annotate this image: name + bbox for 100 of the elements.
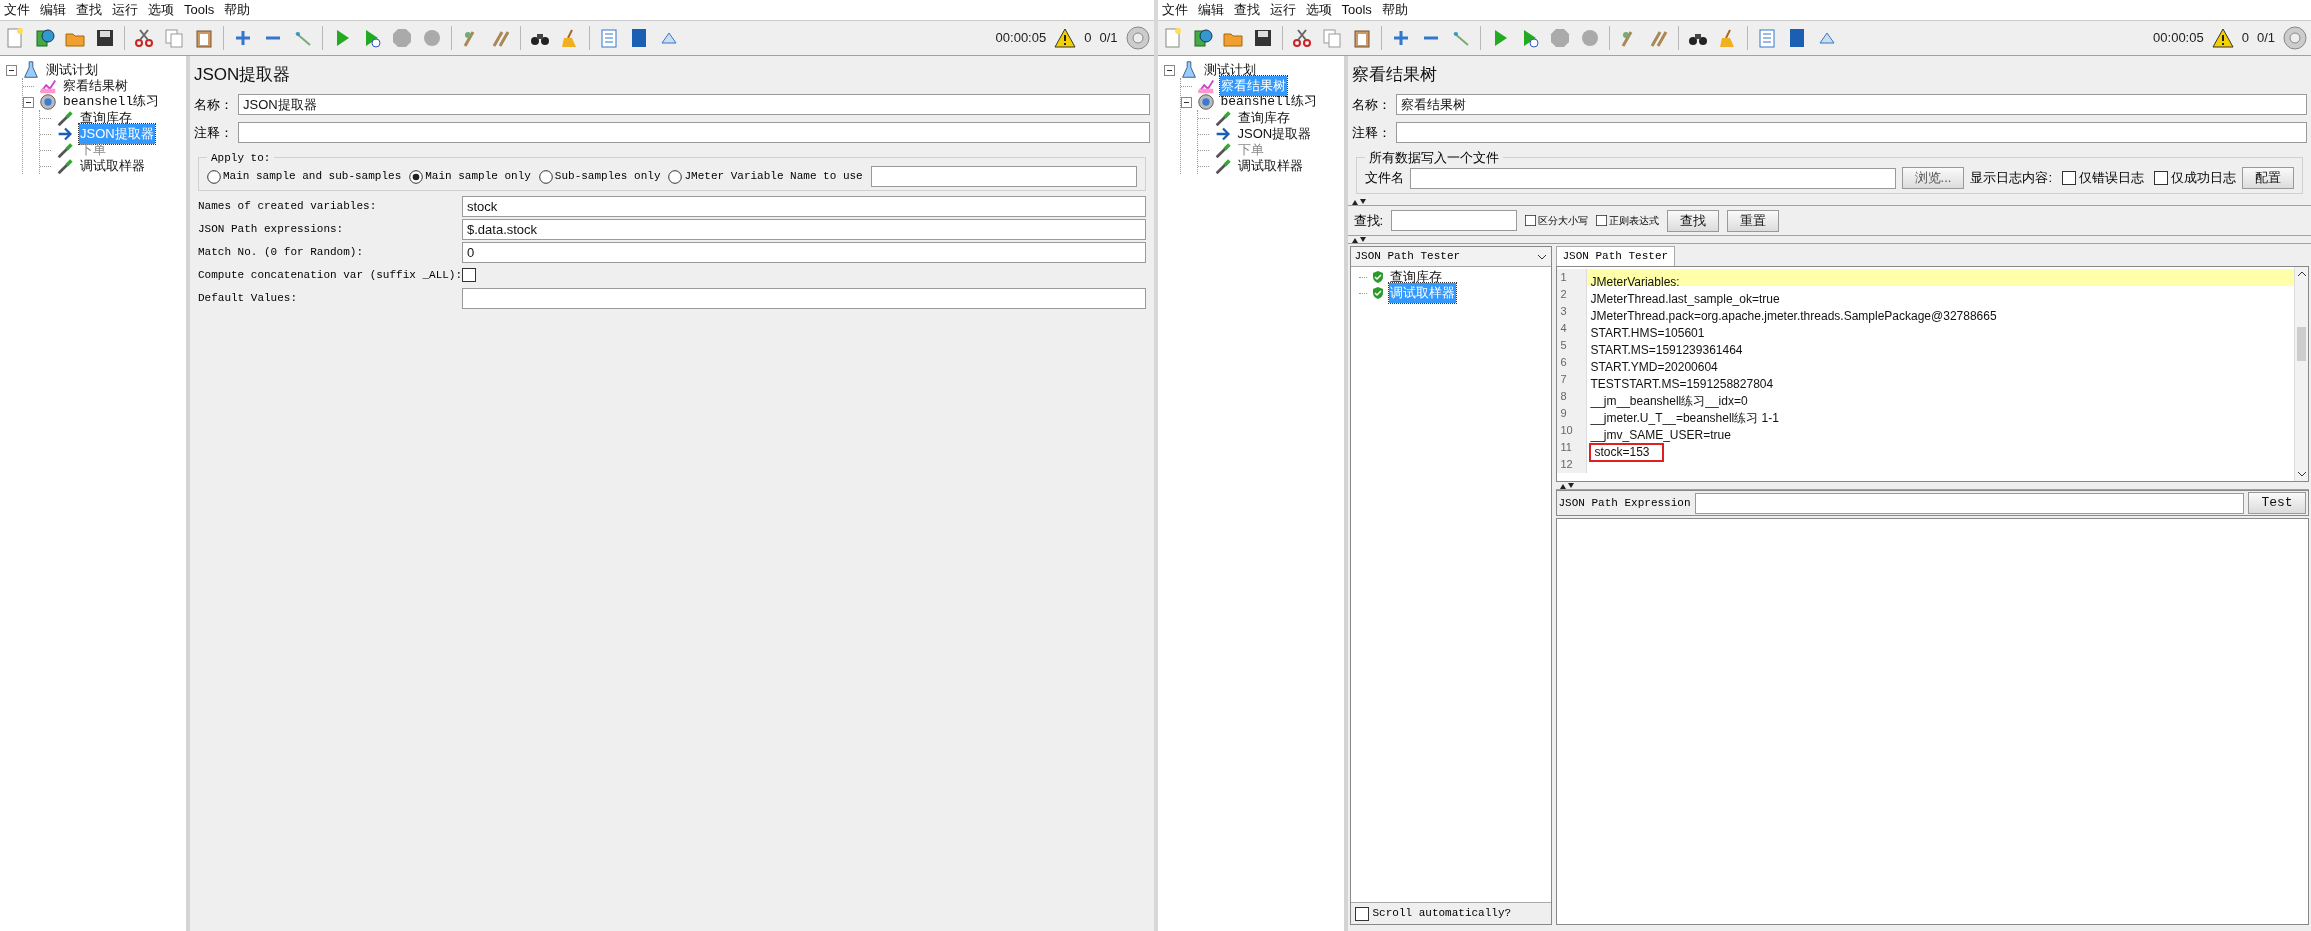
menu-item[interactable]: Tools <box>1341 0 1372 20</box>
remote-status-icon[interactable] <box>2283 26 2307 50</box>
splitter-arrows-icon[interactable] <box>1351 198 1366 205</box>
stop-icon[interactable] <box>391 27 413 49</box>
radio-button[interactable] <box>409 169 424 184</box>
input-field[interactable] <box>1391 210 1518 231</box>
input-field[interactable]: 察看结果树 <box>1395 94 2307 115</box>
chevron-down-icon <box>1536 253 1547 260</box>
copy-icon[interactable] <box>1320 27 1343 49</box>
menu-item[interactable]: 运行 <box>1269 0 1296 20</box>
browse-button[interactable]: 浏览... <box>1901 167 1965 189</box>
radio-label[interactable]: Main sample only <box>425 168 531 185</box>
stop-icon[interactable] <box>1548 27 1571 49</box>
menu-item[interactable]: 编辑 <box>1197 0 1224 20</box>
warning-icon[interactable] <box>2211 28 2234 48</box>
line-number: 12 <box>1556 456 1587 473</box>
input-field[interactable] <box>238 122 1150 143</box>
flask-icon <box>21 60 41 80</box>
menu-item[interactable]: Tools <box>184 0 215 20</box>
panel-title: JSON提取器 <box>193 64 292 86</box>
elapsed-time: 00:00:05 <box>995 29 1047 48</box>
input-field[interactable]: 0 <box>462 241 1146 263</box>
collapse-icon[interactable] <box>1180 96 1192 108</box>
input-field[interactable]: stock <box>462 195 1146 217</box>
line-number: 4 <box>1556 320 1587 337</box>
radio-button[interactable] <box>207 169 221 184</box>
copy-icon[interactable] <box>163 27 185 49</box>
config-button[interactable]: 配置 <box>2242 167 2294 189</box>
menu-item[interactable]: 文件 <box>1161 0 1188 20</box>
renderer-dropdown[interactable]: JSON Path Tester <box>1350 247 1551 267</box>
menu-item[interactable]: 编辑 <box>40 0 66 20</box>
warning-icon[interactable] <box>1054 28 1077 48</box>
checkbox-label[interactable]: 区分大小写 <box>1538 213 1589 228</box>
error-count: 0 <box>2241 29 2249 48</box>
checkbox[interactable] <box>2154 171 2168 185</box>
input-field[interactable] <box>870 166 1137 187</box>
field-label: 注释： <box>1351 123 1392 142</box>
collapse-icon[interactable] <box>1163 64 1175 76</box>
menu-item[interactable]: 选项 <box>148 0 174 20</box>
radio-button[interactable] <box>538 169 553 184</box>
field-label: 文件名 <box>1364 169 1404 188</box>
line-number: 9 <box>1556 405 1587 422</box>
scroll-down-icon[interactable] <box>2295 469 2309 479</box>
gear-icon <box>1195 92 1216 112</box>
collapse-icon[interactable] <box>6 64 17 76</box>
field-label: 查找: <box>1353 211 1384 230</box>
input-field[interactable] <box>1409 167 1896 189</box>
input-field[interactable] <box>462 287 1146 309</box>
radio-button[interactable] <box>668 169 683 184</box>
input-field[interactable] <box>1395 122 2307 143</box>
line-number: 1 <box>1556 269 1587 286</box>
search-button[interactable]: 查找 <box>1667 209 1720 232</box>
thread-count: 0/1 <box>1099 29 1118 48</box>
cut-icon[interactable] <box>1290 27 1313 49</box>
splitter-arrows-icon[interactable] <box>1559 482 1574 489</box>
collapse-icon[interactable] <box>23 96 34 108</box>
cut-icon[interactable] <box>133 27 155 49</box>
checkbox[interactable] <box>462 268 476 282</box>
search-button[interactable]: 重置 <box>1727 209 1780 232</box>
gear-icon <box>38 92 58 112</box>
code-line: JMeterThread.pack=org.apache.jmeter.threads.SamplePackage@32788665 <box>1590 308 1997 325</box>
checkbox[interactable] <box>1596 215 1608 226</box>
menu-item[interactable]: 帮助 <box>224 0 251 20</box>
error-count: 0 <box>1084 29 1092 48</box>
radio-label[interactable]: JMeter Variable Name to use <box>684 168 863 185</box>
checkbox[interactable] <box>1525 215 1537 226</box>
scrollbar-thumb[interactable] <box>2297 327 2306 361</box>
splitter-arrows-icon[interactable] <box>1351 236 1366 243</box>
paste-icon[interactable] <box>193 27 215 49</box>
radio-label[interactable]: Sub-samples only <box>554 168 661 185</box>
menu-item[interactable]: 运行 <box>112 0 138 20</box>
checkbox-label[interactable]: 仅错误日志 <box>2079 168 2144 188</box>
checkbox[interactable] <box>2062 171 2076 185</box>
test-button[interactable]: Test <box>2248 492 2306 514</box>
remote-status-icon[interactable] <box>1125 26 1150 50</box>
menu-item[interactable]: 帮助 <box>1381 0 1408 20</box>
function-list-icon[interactable] <box>598 27 620 49</box>
line-number: 7 <box>1556 371 1587 388</box>
menu-item[interactable]: 查找 <box>1233 0 1260 20</box>
radio-label[interactable]: Main sample and sub-samples <box>223 168 402 185</box>
elapsed-time: 00:00:05 <box>2153 29 2204 48</box>
checkbox-label[interactable]: 仅成功日志 <box>2171 168 2236 188</box>
menu-item[interactable]: 选项 <box>1305 0 1332 20</box>
input-field[interactable] <box>1694 492 2244 514</box>
menu-item[interactable]: 查找 <box>76 0 102 20</box>
field-label: JSON Path expressions: <box>198 221 345 237</box>
save-icon[interactable] <box>94 27 116 49</box>
line-number: 3 <box>1556 303 1587 320</box>
code-line: JMeterVariables: <box>1590 274 1680 291</box>
field-label: Default Values: <box>198 290 299 306</box>
scrollbar[interactable] <box>2294 267 2308 481</box>
line-number: 10 <box>1556 422 1587 439</box>
checkbox-label[interactable]: 正则表达式 <box>1609 213 1660 228</box>
code-line: START.HMS=105601 <box>1590 325 1705 342</box>
menu-item[interactable]: 文件 <box>4 0 30 20</box>
tab[interactable]: JSON Path Tester <box>1555 246 1676 266</box>
checkbox[interactable] <box>1354 906 1369 921</box>
input-field[interactable]: JSON提取器 <box>238 94 1150 115</box>
input-field[interactable]: $.data.stock <box>462 218 1146 240</box>
scroll-up-icon[interactable] <box>2295 269 2309 279</box>
